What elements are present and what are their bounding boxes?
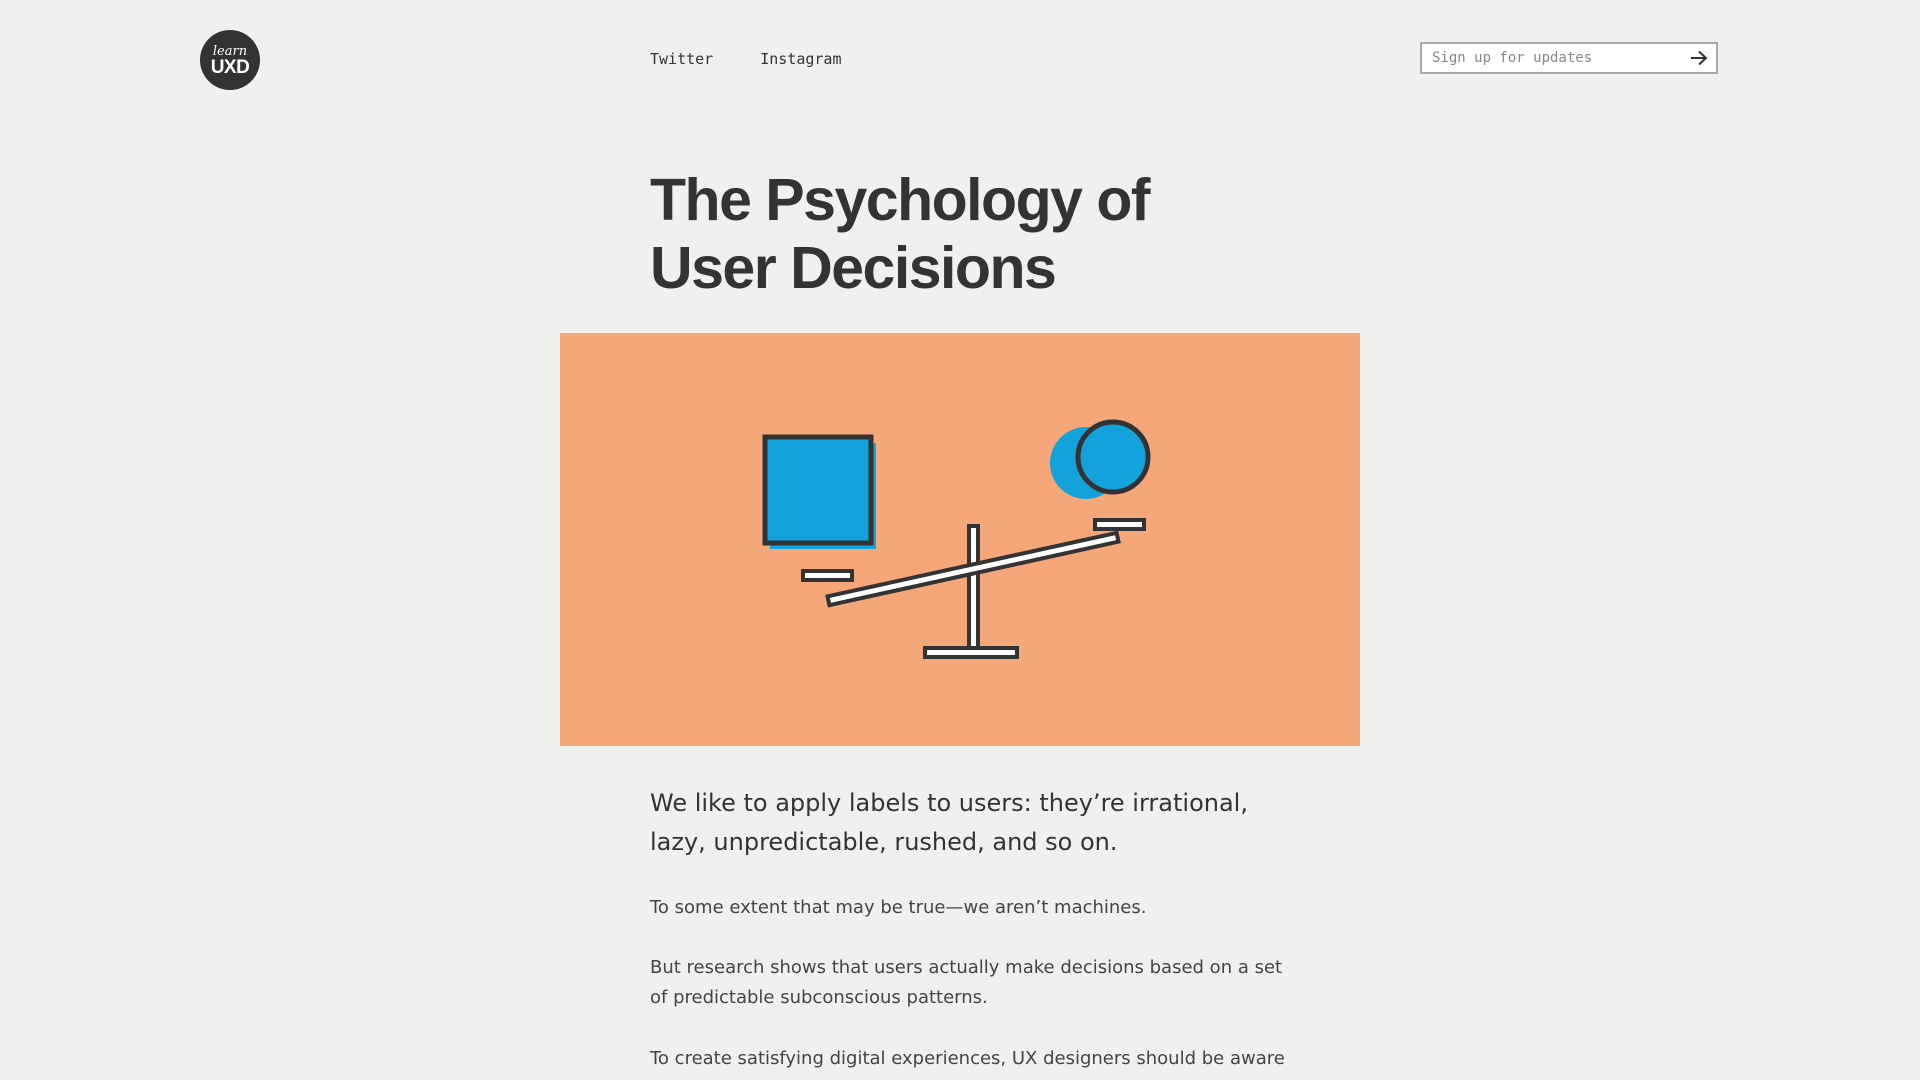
circle-weight-icon [1050, 419, 1151, 499]
seesaw-illustration [762, 419, 1151, 659]
square-weight-icon [762, 434, 876, 549]
page: learn UXD Twitter Instagram The Psycholo… [0, 0, 1920, 1080]
article-title-line-1: The Psychology of [650, 167, 1151, 233]
logo-text-bottom: UXD [210, 56, 250, 78]
signup-submit-button[interactable] [1682, 44, 1716, 72]
nav-link-twitter[interactable]: Twitter [650, 50, 713, 68]
article-paragraph: But research shows that users actually m… [650, 957, 1283, 1008]
article-paragraph: To create satisfying digital experiences… [650, 1048, 1285, 1080]
article-lead: We like to apply labels to users: they’r… [650, 789, 1248, 856]
nav-link-instagram[interactable]: Instagram [760, 50, 841, 68]
article-title-line-2: User Decisions [650, 235, 1057, 301]
hero-illustration [560, 333, 1360, 746]
left-rest-bar [801, 569, 854, 582]
signup-email-input[interactable] [1422, 44, 1682, 72]
main-nav: Twitter Instagram [650, 50, 842, 68]
article-title: The Psychology of User Decisions [650, 166, 1210, 302]
arrow-right-icon [1691, 50, 1708, 66]
logo-text-top: learn [212, 43, 248, 59]
right-rest-bar [1093, 518, 1146, 531]
site-logo[interactable]: learn UXD [200, 30, 260, 90]
article-paragraph: To some extent that may be true—we aren’… [650, 897, 1147, 918]
signup-form [1420, 42, 1718, 74]
